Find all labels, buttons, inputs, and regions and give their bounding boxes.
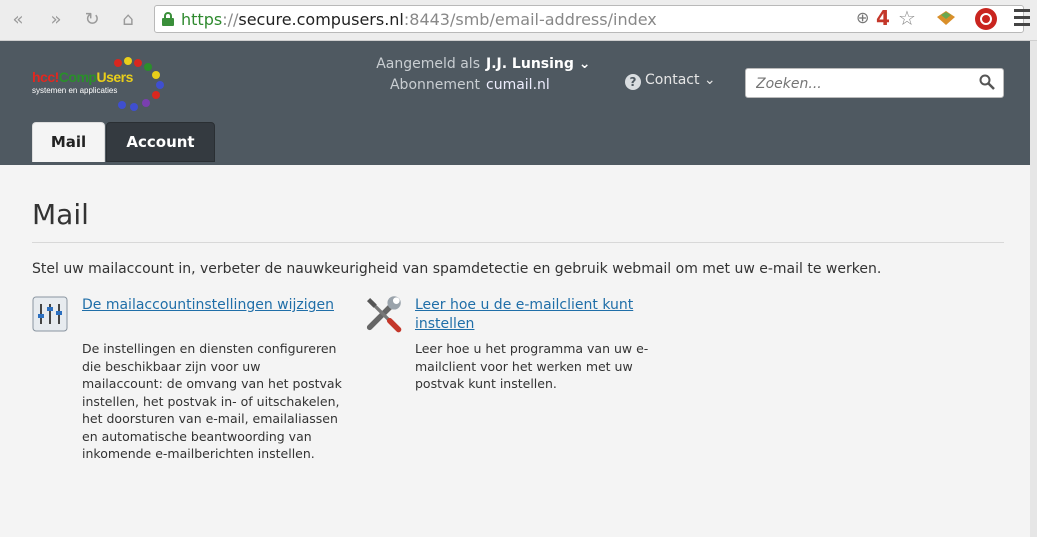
settings-sliders-icon <box>32 296 68 332</box>
subscription-label: Abonnement <box>389 77 480 93</box>
user-name: J.J. Lunsing <box>486 56 574 72</box>
logo-wordmark-part: hcc! <box>32 69 59 85</box>
forward-icon[interactable]: » <box>44 8 68 32</box>
search-input[interactable] <box>754 73 978 95</box>
reload-icon[interactable]: ↻ <box>80 8 104 32</box>
back-icon[interactable]: « <box>6 8 30 32</box>
lock-icon <box>162 12 174 26</box>
url-separator: :// <box>222 10 239 29</box>
signed-in-label: Aangemeld als <box>376 56 480 72</box>
url-text: https://secure.compusers.nl:8443/smb/ema… <box>181 10 657 29</box>
address-bar[interactable]: https://secure.compusers.nl:8443/smb/ema… <box>154 5 1024 33</box>
zoom-icon[interactable]: ⊕ <box>856 8 869 27</box>
home-icon[interactable]: ⌂ <box>116 8 140 32</box>
menu-icon[interactable] <box>1014 9 1030 30</box>
account-info: Aangemeld als J.J. Lunsing ⌄ Abonnement cu… <box>365 54 591 96</box>
logo-wordmark-part: Users <box>96 69 133 85</box>
logo-tagline: systemen en applicaties <box>32 86 118 95</box>
page-intro: Stel uw mailaccount in, verbeter de nauw… <box>32 261 882 277</box>
divider <box>32 242 1004 243</box>
tab-account[interactable]: Account <box>106 122 215 162</box>
contact-menu[interactable]: ? Contact ⌄ <box>625 72 716 90</box>
chevron-down-icon: ⌄ <box>578 56 591 72</box>
extension-badge[interactable]: 4 <box>876 6 890 30</box>
browser-toolbar: « » ↻ ⌂ https://secure.compusers.nl:8443… <box>0 0 1037 41</box>
scrollbar[interactable] <box>1030 41 1037 537</box>
search-box <box>745 68 1004 98</box>
subscription-value: cumail.nl <box>486 77 550 93</box>
url-path: :8443/smb/email-address/index <box>403 10 657 29</box>
logo-wordmark: hcc!CompUsers <box>32 69 133 85</box>
mail-client-link[interactable]: Leer hoe u de e-mailclient kunt instelle… <box>415 296 675 334</box>
chevron-down-icon: ⌄ <box>703 72 716 88</box>
tools-icon <box>366 296 402 333</box>
help-icon: ? <box>625 74 641 90</box>
mail-settings-link[interactable]: De mailaccountinstellingen wijzigen <box>82 296 342 315</box>
url-scheme: https <box>181 10 223 29</box>
contact-label: Contact <box>645 72 700 88</box>
search-icon[interactable] <box>979 74 995 90</box>
url-host: secure.compusers.nl <box>238 10 404 29</box>
mail-settings-description: De instellingen en diensten configureren… <box>82 341 342 461</box>
page-title: Mail <box>32 198 89 231</box>
mail-client-description: Leer hoe u het programma van uw e-mailcl… <box>415 341 649 391</box>
adblock-icon[interactable] <box>975 8 997 30</box>
logo-wordmark-part: Comp <box>58 69 97 85</box>
tab-mail[interactable]: Mail <box>32 122 105 162</box>
bookmark-star-icon[interactable]: ☆ <box>898 6 916 30</box>
user-menu[interactable]: J.J. Lunsing ⌄ <box>486 56 591 72</box>
extension-icon[interactable] <box>935 9 957 27</box>
